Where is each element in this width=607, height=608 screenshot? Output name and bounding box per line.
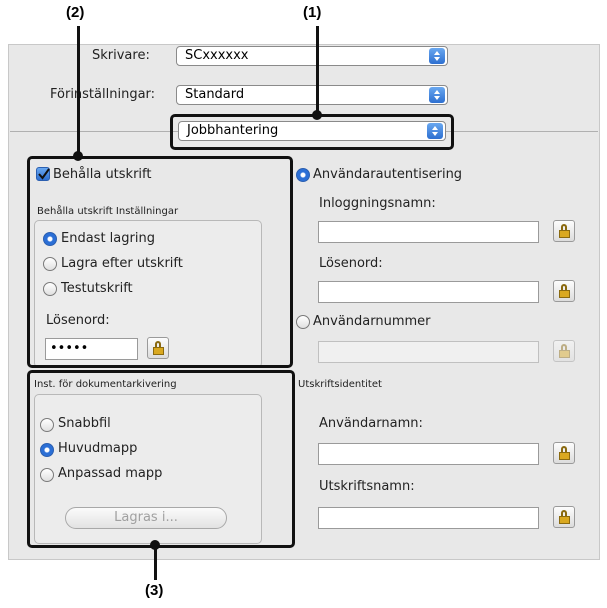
presets-value: Standard <box>185 87 245 102</box>
user-number-label: Användarnummer <box>313 314 431 329</box>
login-name-field[interactable] <box>318 221 539 243</box>
printer-label: Skrivare: <box>92 48 150 63</box>
auth-password-label: Lösenord: <box>319 256 383 271</box>
callout-2-dot <box>73 151 83 161</box>
auth-password-lock-button[interactable] <box>553 280 575 302</box>
printer-popup[interactable]: SCxxxxxx <box>176 46 448 66</box>
auth-password-field[interactable] <box>318 281 539 303</box>
callout-1-dot <box>312 110 322 120</box>
username-lock-button[interactable] <box>553 442 575 464</box>
stepper-arrows-icon <box>429 48 445 64</box>
highlight-frame-3 <box>27 370 295 548</box>
callout-3: (3) <box>145 582 164 599</box>
radio-user-authentication[interactable] <box>296 168 310 182</box>
callout-1-line <box>316 26 319 116</box>
jobname-field[interactable] <box>318 507 539 529</box>
callout-3-dot <box>150 540 160 550</box>
stepper-arrows-icon <box>429 87 445 103</box>
user-number-field[interactable] <box>318 341 539 363</box>
user-number-lock-button[interactable] <box>553 340 575 362</box>
callout-3-line <box>154 546 157 580</box>
user-authentication-label: Användarautentisering <box>313 167 463 182</box>
presets-popup[interactable]: Standard <box>176 85 448 105</box>
login-name-label: Inloggningsnamn: <box>319 196 436 211</box>
radio-user-number[interactable] <box>296 315 310 329</box>
jobname-lock-button[interactable] <box>553 506 575 528</box>
identity-title: Utskriftsidentitet <box>298 379 382 390</box>
callout-1: (1) <box>303 4 322 21</box>
jobname-label: Utskriftsnamn: <box>319 479 415 494</box>
highlight-frame-2 <box>27 156 293 368</box>
login-name-lock-button[interactable] <box>553 220 575 242</box>
presets-label: Förinställningar: <box>50 87 156 102</box>
username-field[interactable] <box>318 443 539 465</box>
callout-2-line <box>77 26 80 156</box>
callout-2: (2) <box>66 4 85 21</box>
highlight-frame-1 <box>170 114 454 150</box>
printer-value: SCxxxxxx <box>185 48 249 63</box>
username-label: Användarnamn: <box>319 416 423 431</box>
